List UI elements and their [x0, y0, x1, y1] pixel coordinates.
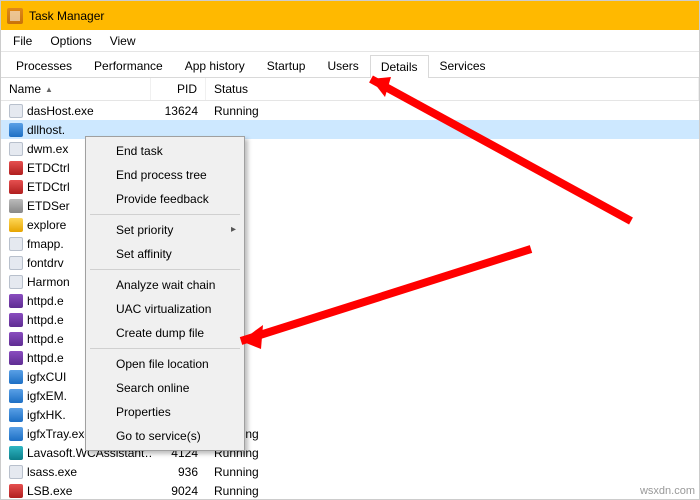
app-icon [7, 8, 23, 24]
process-name: igfxCUI [27, 370, 66, 384]
header-status[interactable]: Status [206, 78, 699, 100]
process-icon [9, 142, 23, 156]
window-title: Task Manager [29, 9, 104, 23]
process-name: httpd.e [27, 351, 64, 365]
process-icon [9, 256, 23, 270]
tab-bar: Processes Performance App history Startu… [1, 52, 699, 78]
context-menu: End task End process tree Provide feedba… [85, 136, 245, 451]
process-name: explore [27, 218, 66, 232]
ctx-provide-feedback[interactable]: Provide feedback [88, 187, 242, 211]
process-name: ETDSer [27, 199, 70, 213]
process-icon [9, 408, 23, 422]
tab-processes[interactable]: Processes [5, 54, 83, 77]
process-icon [9, 465, 23, 479]
column-headers: Name ▲ PID Status [1, 78, 699, 101]
ctx-go-to-services[interactable]: Go to service(s) [88, 424, 242, 448]
ctx-set-affinity[interactable]: Set affinity [88, 242, 242, 266]
process-icon [9, 180, 23, 194]
process-icon [9, 199, 23, 213]
process-icon [9, 104, 23, 118]
process-icon [9, 389, 23, 403]
tab-performance[interactable]: Performance [83, 54, 174, 77]
ctx-end-process-tree[interactable]: End process tree [88, 163, 242, 187]
task-manager-window: Task Manager File Options View Processes… [0, 0, 700, 500]
ctx-analyze-wait-chain[interactable]: Analyze wait chain [88, 273, 242, 297]
menu-view[interactable]: View [102, 32, 144, 50]
process-name: httpd.e [27, 313, 64, 327]
ctx-end-task[interactable]: End task [88, 139, 242, 163]
ctx-separator [90, 348, 240, 349]
process-row[interactable]: dasHost.exe 13624Running [1, 101, 699, 120]
process-icon [9, 427, 23, 441]
tab-startup[interactable]: Startup [256, 54, 317, 77]
process-row[interactable]: LSB.exe 9024Running [1, 481, 699, 500]
title-bar: Task Manager [1, 1, 699, 30]
process-name: dasHost.exe [27, 104, 94, 118]
menu-options[interactable]: Options [42, 32, 99, 50]
tab-details[interactable]: Details [370, 55, 429, 78]
process-name: ETDCtrl [27, 161, 70, 175]
ctx-uac-virtualization[interactable]: UAC virtualization [88, 297, 242, 321]
watermark: wsxdn.com [640, 485, 695, 497]
process-icon [9, 218, 23, 232]
process-status: Running [206, 484, 699, 498]
process-name: igfxHK. [27, 408, 66, 422]
process-name: fmapp. [27, 237, 64, 251]
menu-bar: File Options View [1, 30, 699, 52]
process-icon [9, 370, 23, 384]
process-icon [9, 446, 23, 460]
header-pid[interactable]: PID [151, 78, 206, 100]
process-status: Running [206, 427, 699, 441]
process-name: fontdrv [27, 256, 64, 270]
process-name: igfxEM. [27, 389, 67, 403]
header-name-label: Name [9, 82, 41, 96]
process-name: dwm.ex [27, 142, 68, 156]
sort-asc-icon: ▲ [45, 85, 53, 94]
process-name: httpd.e [27, 332, 64, 346]
process-name: Harmon [27, 275, 70, 289]
ctx-separator [90, 214, 240, 215]
process-status: Running [206, 446, 699, 460]
ctx-search-online[interactable]: Search online [88, 376, 242, 400]
process-row[interactable]: lsass.exe 936Running [1, 462, 699, 481]
process-name: LSB.exe [27, 484, 72, 498]
process-name: httpd.e [27, 294, 64, 308]
ctx-open-file-location[interactable]: Open file location [88, 352, 242, 376]
process-status: Running [206, 465, 699, 479]
tab-app-history[interactable]: App history [174, 54, 256, 77]
process-icon [9, 351, 23, 365]
process-pid: 13624 [151, 104, 206, 118]
process-icon [9, 123, 23, 137]
process-pid: 9024 [151, 484, 206, 498]
process-icon [9, 484, 23, 498]
ctx-separator [90, 269, 240, 270]
process-icon [9, 294, 23, 308]
process-icon [9, 332, 23, 346]
tab-services[interactable]: Services [429, 54, 497, 77]
process-icon [9, 313, 23, 327]
process-pid: 936 [151, 465, 206, 479]
process-icon [9, 237, 23, 251]
tab-users[interactable]: Users [316, 54, 369, 77]
ctx-create-dump-file[interactable]: Create dump file [88, 321, 242, 345]
process-name: ETDCtrl [27, 180, 70, 194]
process-icon [9, 161, 23, 175]
process-name: igfxTray.exe [27, 427, 91, 441]
ctx-set-priority[interactable]: Set priority [88, 218, 242, 242]
process-name: lsass.exe [27, 465, 77, 479]
process-name: dllhost. [27, 123, 65, 137]
process-icon [9, 275, 23, 289]
process-status: Running [206, 104, 699, 118]
menu-file[interactable]: File [5, 32, 40, 50]
ctx-properties[interactable]: Properties [88, 400, 242, 424]
header-name[interactable]: Name ▲ [1, 78, 151, 100]
